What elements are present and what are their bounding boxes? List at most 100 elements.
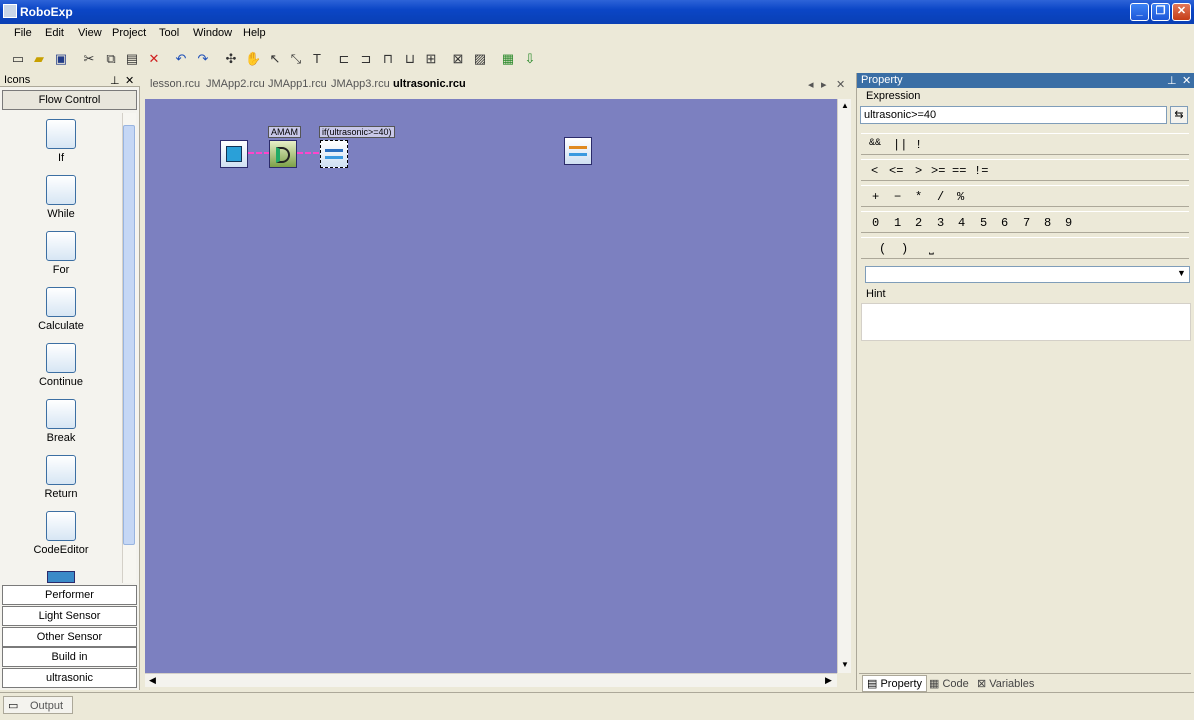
op-gt-button[interactable]: > (915, 164, 922, 178)
if-node[interactable] (320, 140, 348, 168)
digit-0-button[interactable]: 0 (872, 216, 879, 230)
icon-item-for[interactable]: For (20, 231, 102, 287)
op-open-paren-button[interactable]: ( (879, 242, 886, 256)
tab-close-icon[interactable]: ✕ (836, 78, 845, 91)
icon-item-return[interactable]: Return (20, 455, 102, 511)
digit-8-button[interactable]: 8 (1044, 216, 1051, 230)
scroll-up-icon[interactable]: ▲ (841, 101, 849, 110)
op-le-button[interactable]: <= (889, 164, 903, 178)
close-panel-icon[interactable]: ✕ (125, 74, 134, 87)
link-icon[interactable]: ⤡ (288, 51, 304, 67)
align-top-icon[interactable]: ⊓ (380, 51, 396, 67)
scroll-right-icon[interactable]: ▶ (825, 675, 832, 686)
pin-icon[interactable]: ⊥ (1167, 74, 1177, 87)
icon-item-while[interactable]: While (20, 175, 102, 231)
apply-expression-icon[interactable]: ⇆ (1170, 106, 1188, 124)
icon-item-break[interactable]: Break (20, 399, 102, 455)
grid-icon[interactable]: ⊞ (423, 51, 439, 67)
icon-item-calculate[interactable]: Calculate (20, 287, 102, 343)
redo-icon[interactable]: ↷ (195, 51, 211, 67)
scroll-left-icon[interactable]: ◀ (149, 675, 156, 686)
variable-select[interactable]: ▼ (865, 266, 1190, 283)
build-icon[interactable]: ▦ (500, 51, 516, 67)
menu-project[interactable]: Project (112, 27, 146, 39)
open-folder-icon[interactable]: ▰ (31, 51, 47, 67)
tab-variables[interactable]: ⊠ Variables (977, 677, 1034, 690)
op-add-button[interactable]: + (872, 190, 879, 204)
digit-5-button[interactable]: 5 (980, 216, 987, 230)
canvas-horizontal-scrollbar[interactable]: ◀ ▶ (145, 673, 837, 687)
digit-9-button[interactable]: 9 (1065, 216, 1072, 230)
icons-scroll-thumb[interactable] (123, 125, 135, 545)
tab-scroll-right-icon[interactable]: ▸ (821, 78, 827, 91)
text-icon[interactable]: T (309, 51, 325, 67)
pin-icon[interactable]: ⊥ (110, 74, 120, 87)
variable-icon[interactable]: ⊠ (450, 51, 466, 67)
category-other-sensor[interactable]: Other Sensor (2, 627, 137, 647)
icon-item-continue[interactable]: Continue (20, 343, 102, 399)
sound-node[interactable] (269, 140, 297, 168)
op-close-paren-button[interactable]: ) (901, 242, 908, 256)
maximize-button[interactable]: ❐ (1151, 3, 1170, 21)
op-ne-button[interactable]: != (974, 164, 988, 178)
digit-3-button[interactable]: 3 (937, 216, 944, 230)
pointer-icon[interactable]: ↖ (267, 51, 283, 67)
digit-2-button[interactable]: 2 (915, 216, 922, 230)
op-ge-button[interactable]: >= (931, 164, 945, 178)
align-bottom-icon[interactable]: ⊔ (402, 51, 418, 67)
cut-icon[interactable]: ✂ (81, 51, 97, 67)
digit-4-button[interactable]: 4 (958, 216, 965, 230)
menu-tool[interactable]: Tool (159, 27, 179, 39)
tools-icon[interactable]: ✣ (223, 51, 239, 67)
tab-scroll-left-icon[interactable]: ◂ (808, 78, 814, 91)
icon-item-codeeditor[interactable]: CodeEditor (20, 511, 102, 567)
tab-property[interactable]: ▤ Property (862, 675, 928, 692)
op-mul-button[interactable]: * (915, 190, 922, 204)
digit-7-button[interactable]: 7 (1023, 216, 1030, 230)
digit-1-button[interactable]: 1 (894, 216, 901, 230)
tab-ultrasonic[interactable]: ultrasonic.rcu (393, 78, 466, 90)
menu-edit[interactable]: Edit (45, 27, 64, 39)
op-and-button[interactable]: && (869, 138, 881, 149)
tab-jmapp1[interactable]: JMApp1.rcu (268, 78, 327, 90)
menu-help[interactable]: Help (243, 27, 266, 39)
op-eq-button[interactable]: == (952, 164, 966, 178)
save-icon[interactable]: ▣ (53, 51, 69, 67)
output-tab[interactable]: ▭ Output (3, 696, 73, 714)
menu-view[interactable]: View (78, 27, 102, 39)
close-panel-icon[interactable]: ✕ (1182, 74, 1191, 87)
undo-icon[interactable]: ↶ (173, 51, 189, 67)
hand-icon[interactable]: ✋ (245, 51, 261, 67)
copy-icon[interactable]: ⧉ (103, 51, 119, 67)
category-flow-control[interactable]: Flow Control (2, 90, 137, 110)
close-button[interactable]: ✕ (1172, 3, 1191, 21)
tab-jmapp3[interactable]: JMApp3.rcu (331, 78, 390, 90)
new-file-icon[interactable]: ▭ (10, 51, 26, 67)
canvas-vertical-scrollbar[interactable]: ▲ ▼ (837, 99, 851, 673)
tab-jmapp2[interactable]: JMApp2.rcu (206, 78, 265, 90)
menu-file[interactable]: File (14, 27, 32, 39)
endif-node[interactable] (564, 137, 592, 165)
scroll-down-icon[interactable]: ▼ (841, 660, 849, 669)
op-not-button[interactable]: ! (915, 138, 922, 152)
menu-window[interactable]: Window (193, 27, 232, 39)
op-space-button[interactable]: ⎵ (929, 242, 934, 256)
category-performer[interactable]: Performer (2, 585, 137, 605)
expression-input[interactable]: ultrasonic>=40 (860, 106, 1167, 124)
category-light-sensor[interactable]: Light Sensor (2, 606, 137, 626)
tab-lesson[interactable]: lesson.rcu (150, 78, 200, 90)
minimize-button[interactable]: _ (1130, 3, 1149, 21)
category-ultrasonic[interactable]: ultrasonic (2, 668, 137, 688)
align-right-icon[interactable]: ⊐ (358, 51, 374, 67)
category-build-in[interactable]: Build in (2, 647, 137, 667)
icon-item-if[interactable]: If (20, 119, 102, 175)
op-div-button[interactable]: / (937, 190, 944, 204)
delete-icon[interactable]: ✕ (146, 51, 162, 67)
paste-icon[interactable]: ▤ (124, 51, 140, 67)
start-node[interactable] (220, 140, 248, 168)
image-icon[interactable]: ▨ (472, 51, 488, 67)
op-or-button[interactable]: || (893, 138, 907, 152)
op-sub-button[interactable]: − (894, 190, 901, 204)
flow-canvas[interactable]: AMAM if(ultrasonic>=40) (145, 99, 837, 673)
op-mod-button[interactable]: % (957, 190, 964, 204)
